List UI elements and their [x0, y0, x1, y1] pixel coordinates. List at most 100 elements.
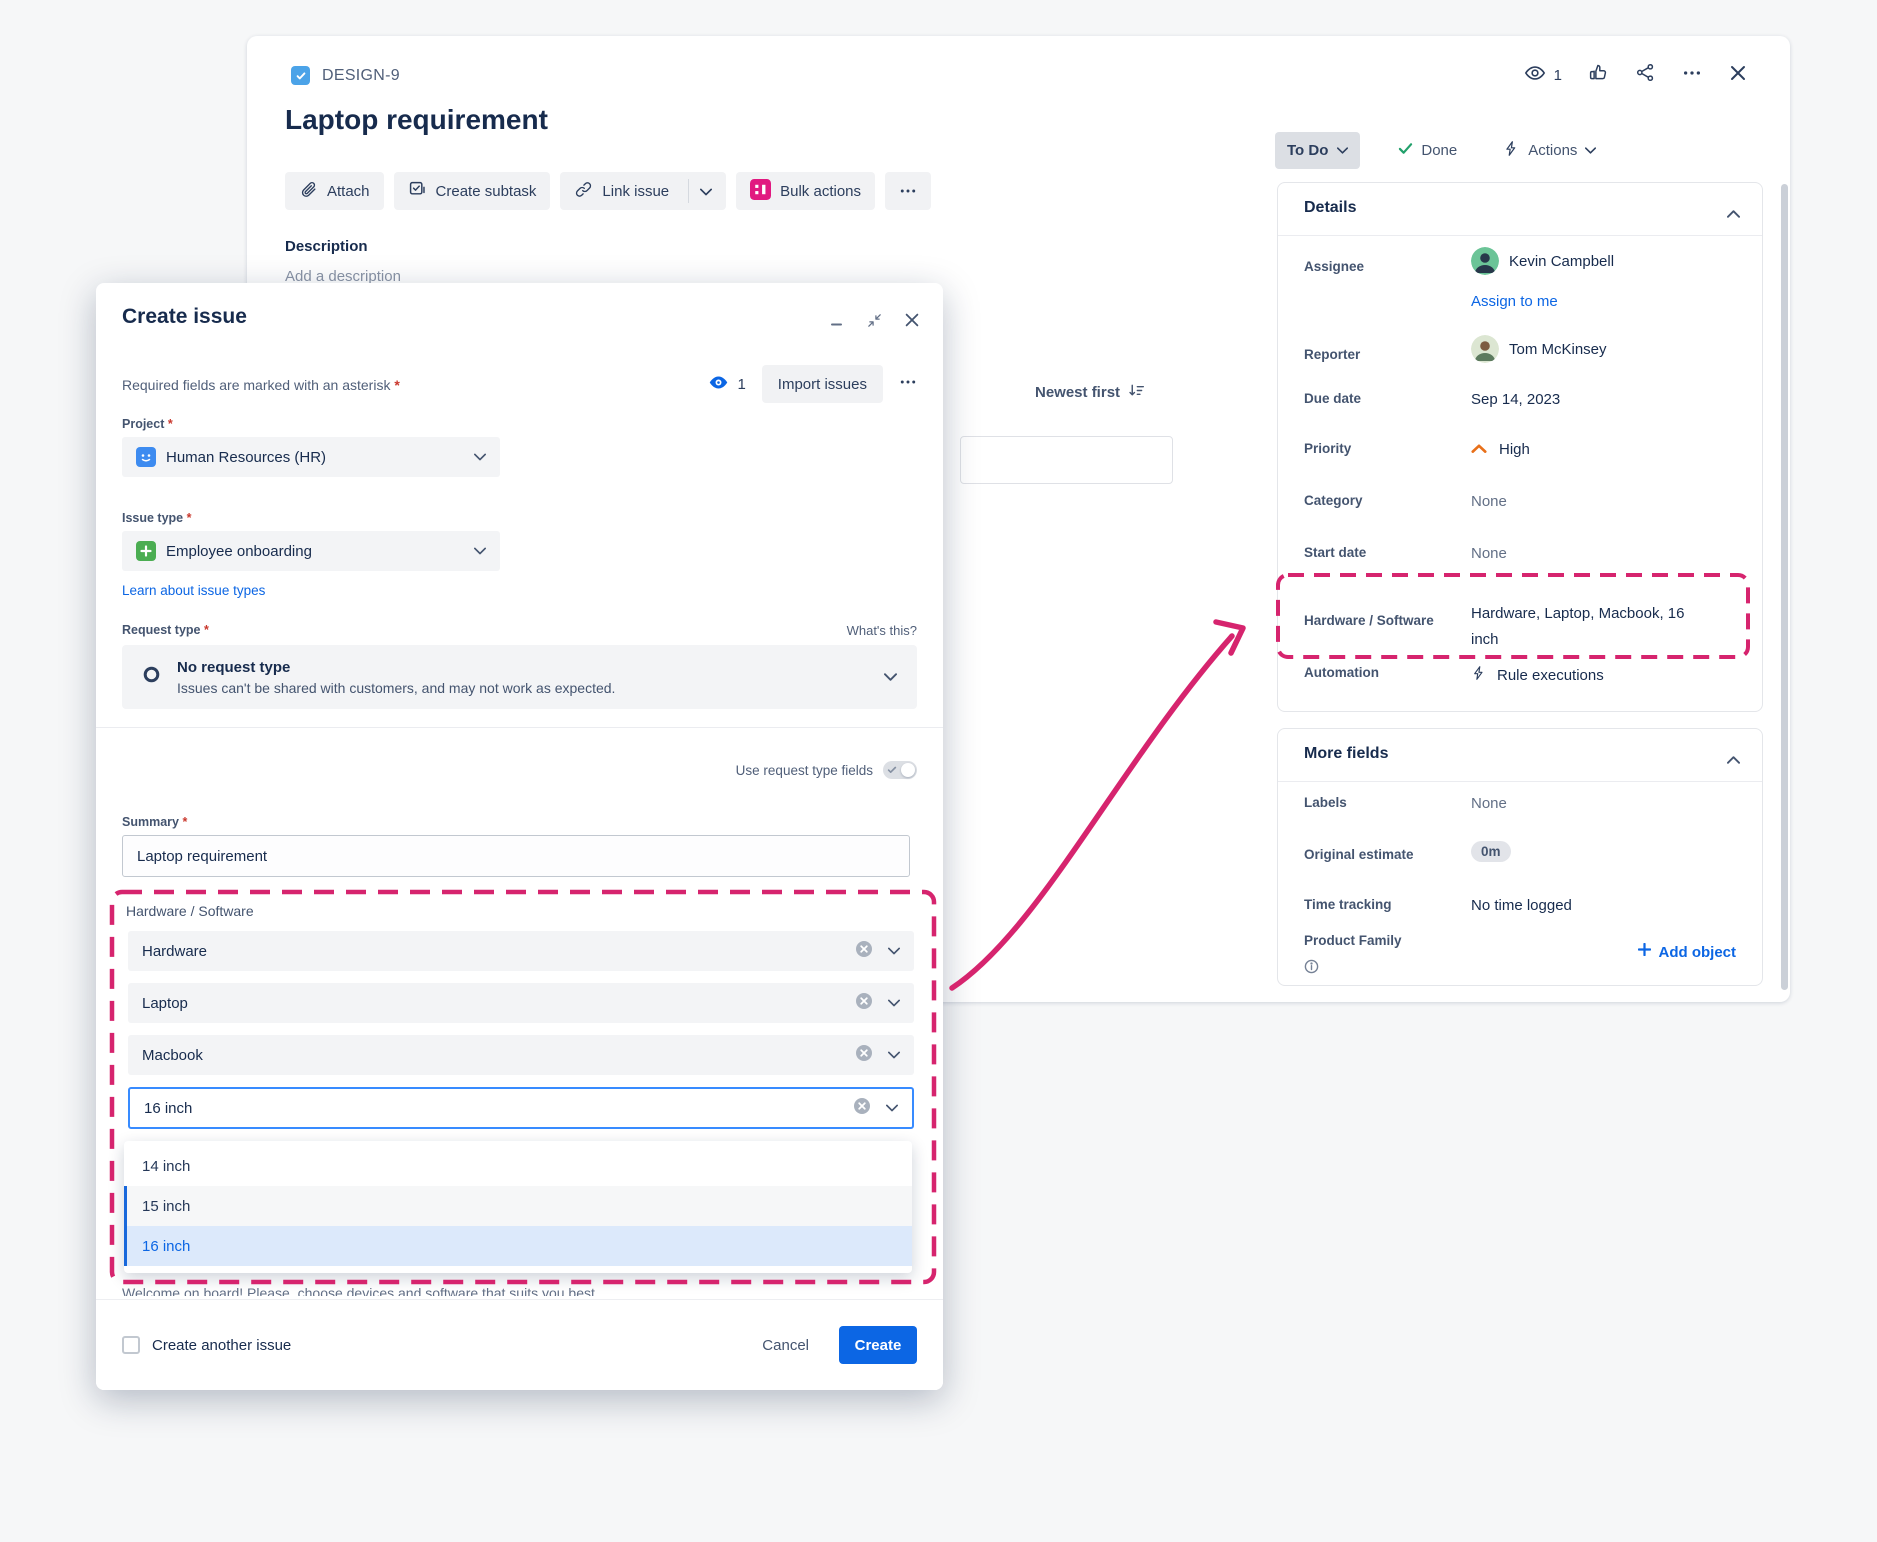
modal-footer: Create another issue Cancel Create — [96, 1299, 943, 1390]
option-14-inch[interactable]: 14 inch — [124, 1146, 912, 1186]
close-icon[interactable] — [1728, 63, 1748, 88]
create-another-label: Create another issue — [152, 1336, 292, 1354]
bulk-actions-label: Bulk actions — [780, 182, 861, 200]
link-icon — [574, 180, 593, 203]
clear-icon[interactable] — [855, 1044, 873, 1066]
comment-input[interactable] — [960, 436, 1173, 484]
toolbar-more-button[interactable] — [885, 172, 931, 210]
assignee-label: Assignee — [1304, 259, 1365, 274]
import-issues-label: Import issues — [777, 375, 867, 393]
sort-order-button[interactable]: Newest first — [1035, 382, 1145, 403]
hardware-select-1[interactable]: Hardware — [128, 931, 914, 971]
paperclip-icon — [299, 180, 318, 203]
avatar — [1471, 247, 1499, 275]
clear-icon[interactable] — [855, 992, 873, 1014]
chevron-down-icon — [474, 547, 486, 555]
hardware-software-label: Hardware / Software — [1304, 613, 1434, 628]
status-dropdown[interactable]: To Do — [1275, 132, 1361, 169]
done-label: Done — [1421, 142, 1458, 159]
status-label: To Do — [1287, 142, 1329, 159]
close-icon[interactable] — [903, 311, 921, 334]
hardware-select-4-focused[interactable]: 16 inch — [128, 1087, 914, 1129]
project-label-text: Project — [122, 417, 165, 431]
clear-icon[interactable] — [853, 1097, 871, 1119]
use-request-type-fields-toggle[interactable] — [883, 761, 917, 779]
modal-watchers[interactable]: 1 — [708, 372, 746, 397]
app-screen: DESIGN-9 1 Laptop requirement Attach Cre… — [0, 0, 1877, 1542]
issue-type-value: Employee onboarding — [166, 542, 312, 560]
issue-key[interactable]: DESIGN-9 — [322, 67, 400, 85]
summary-input[interactable]: Laptop requirement — [122, 835, 910, 877]
info-icon[interactable] — [1304, 959, 1319, 978]
collapse-icon[interactable] — [866, 312, 883, 334]
project-avatar-icon — [136, 447, 156, 467]
share-button[interactable] — [1635, 62, 1656, 88]
start-date-value[interactable]: None — [1471, 545, 1507, 562]
bulk-actions-button[interactable]: Bulk actions — [736, 172, 875, 210]
assignee-value[interactable]: Kevin Campbell — [1471, 247, 1614, 275]
import-issues-button[interactable]: Import issues — [761, 365, 883, 403]
reporter-value[interactable]: Tom McKinsey — [1471, 335, 1607, 363]
due-date-value[interactable]: Sep 14, 2023 — [1471, 391, 1560, 408]
request-type-label-text: Request type — [122, 623, 201, 637]
issue-type-select[interactable]: Employee onboarding — [122, 531, 500, 571]
time-tracking-value[interactable]: No time logged — [1471, 897, 1572, 914]
page-title: Laptop requirement — [285, 104, 548, 135]
eye-icon — [1524, 62, 1546, 88]
issue-type-label: Issue type * — [122, 511, 192, 525]
chevron-down-icon — [474, 453, 486, 461]
project-value: Human Resources (HR) — [166, 448, 327, 466]
project-select[interactable]: Human Resources (HR) — [122, 437, 500, 477]
create-another-checkbox[interactable] — [122, 1336, 140, 1354]
link-issue-button[interactable]: Link issue — [560, 172, 727, 210]
actions-dropdown[interactable]: Actions — [1503, 140, 1597, 161]
project-label: Project * — [122, 417, 173, 431]
automation-value[interactable]: Rule executions — [1471, 665, 1604, 685]
clear-icon[interactable] — [855, 940, 873, 962]
create-button[interactable]: Create — [839, 1326, 917, 1364]
cancel-button[interactable]: Cancel — [762, 1337, 809, 1354]
create-subtask-button[interactable]: Create subtask — [393, 172, 551, 210]
assign-to-me-link[interactable]: Assign to me — [1471, 293, 1558, 310]
request-type-title: No request type — [177, 658, 291, 676]
required-fields-note: Required fields are marked with an aster… — [122, 377, 400, 393]
collapse-panel-button[interactable] — [1727, 205, 1740, 223]
hardware-software-field-label: Hardware / Software — [126, 903, 254, 919]
done-button[interactable]: Done — [1398, 142, 1457, 159]
like-button[interactable] — [1588, 62, 1609, 88]
category-value[interactable]: None — [1471, 493, 1507, 510]
start-date-label: Start date — [1304, 545, 1367, 560]
automation-link: Rule executions — [1497, 666, 1604, 684]
hardware-select-3[interactable]: Macbook — [128, 1035, 914, 1075]
hardware-select-2[interactable]: Laptop — [128, 983, 914, 1023]
asterisk: * — [394, 377, 400, 393]
option-16-inch[interactable]: 16 inch — [124, 1226, 912, 1266]
collapse-panel-button[interactable] — [1727, 751, 1740, 769]
modal-more-button[interactable] — [899, 373, 917, 396]
reporter-label: Reporter — [1304, 347, 1361, 362]
more-actions-button[interactable] — [1682, 63, 1702, 88]
category-label: Category — [1304, 493, 1363, 508]
divider — [1278, 781, 1762, 782]
chevron-down-icon — [1585, 147, 1597, 154]
divider — [688, 179, 690, 203]
more-fields-title: More fields — [1304, 745, 1389, 762]
whats-this-link[interactable]: What's this? — [847, 623, 917, 638]
priority-value[interactable]: High — [1471, 441, 1530, 458]
breadcrumb[interactable]: DESIGN-9 — [291, 66, 400, 85]
hardware-software-value[interactable]: Hardware, Laptop, Macbook, 16 inch — [1471, 601, 1711, 653]
add-object-button[interactable]: Add object — [1637, 942, 1736, 961]
learn-issue-types-link[interactable]: Learn about issue types — [122, 583, 265, 598]
labels-value[interactable]: None — [1471, 795, 1507, 812]
hardware-select-1-value: Hardware — [142, 942, 208, 960]
original-estimate-value[interactable]: 0m — [1471, 841, 1511, 862]
attach-button[interactable]: Attach — [285, 172, 384, 210]
scrollbar[interactable] — [1781, 184, 1788, 990]
watchers[interactable]: 1 — [1524, 62, 1562, 88]
minimize-icon[interactable] — [830, 312, 846, 333]
attach-label: Attach — [327, 182, 370, 200]
request-type-select[interactable]: No request type Issues can't be shared w… — [122, 645, 917, 709]
original-estimate-label: Original estimate — [1304, 847, 1414, 862]
option-15-inch[interactable]: 15 inch — [124, 1186, 912, 1226]
chevron-down-icon[interactable] — [700, 183, 713, 200]
